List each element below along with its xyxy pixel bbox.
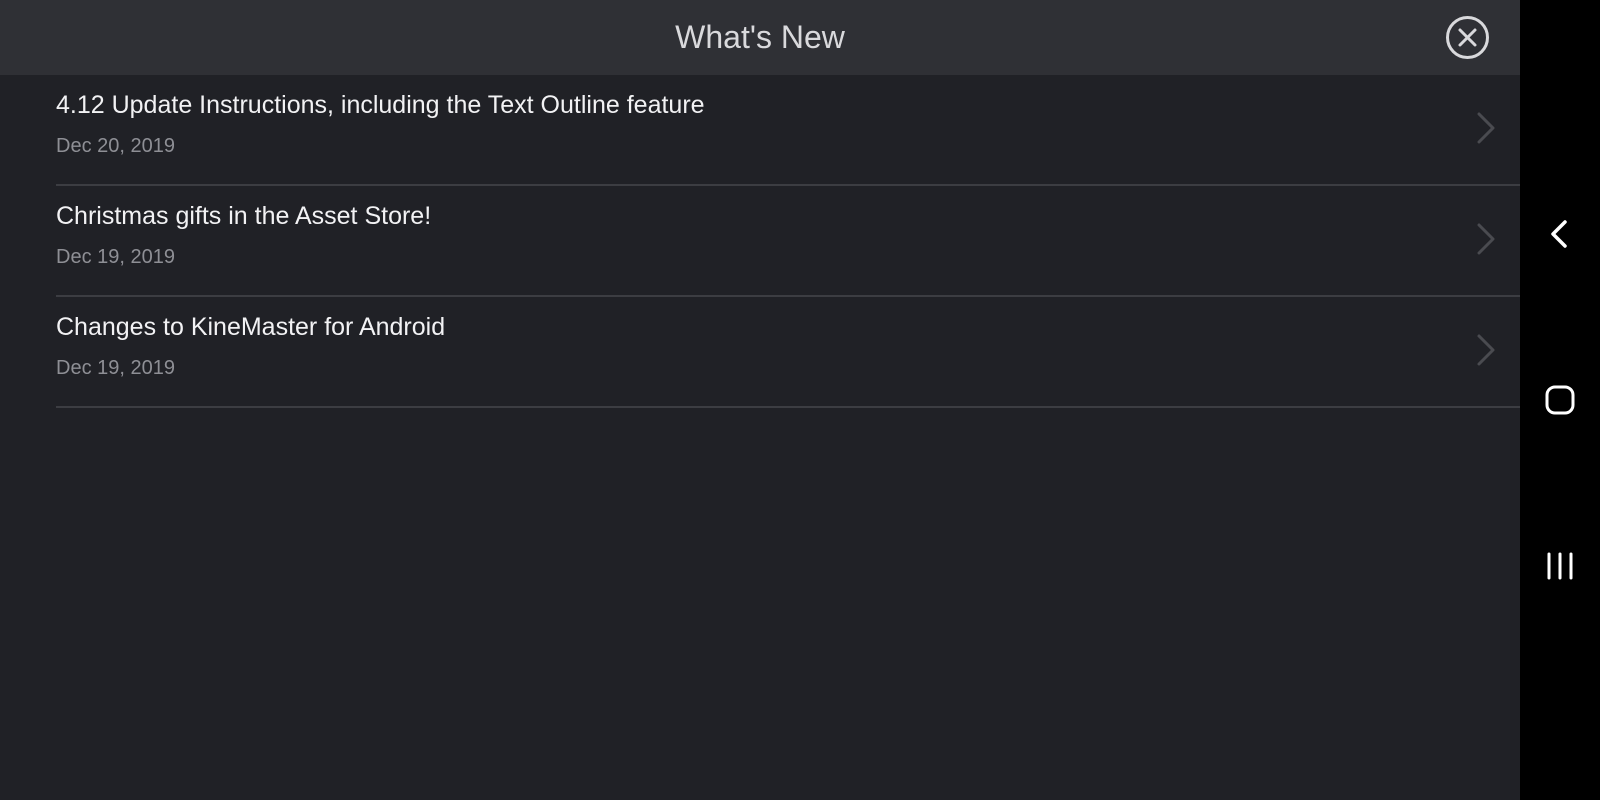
header-bar: What's New	[0, 0, 1520, 75]
chevron-right-icon	[1477, 112, 1495, 144]
page-title: What's New	[675, 19, 845, 55]
news-item[interactable]: Christmas gifts in the Asset Store! Dec …	[56, 186, 1520, 297]
news-date: Dec 19, 2019	[56, 357, 175, 379]
whats-new-screen: What's New 4.12 Update Instructions, inc…	[0, 0, 1520, 800]
home-button[interactable]	[1540, 380, 1580, 420]
recents-icon	[1547, 552, 1573, 580]
home-icon	[1545, 385, 1575, 415]
close-button[interactable]	[1445, 15, 1490, 60]
news-item[interactable]: 4.12 Update Instructions, including the …	[56, 75, 1520, 186]
news-list: 4.12 Update Instructions, including the …	[56, 75, 1520, 408]
chevron-right-icon	[1477, 223, 1495, 255]
news-title: Christmas gifts in the Asset Store!	[56, 202, 432, 230]
back-icon	[1551, 220, 1567, 248]
news-date: Dec 19, 2019	[56, 246, 175, 268]
news-item[interactable]: Changes to KineMaster for Android Dec 19…	[56, 297, 1520, 408]
news-title: Changes to KineMaster for Android	[56, 313, 446, 341]
system-navigation-bar	[1520, 0, 1600, 800]
chevron-right-icon	[1477, 334, 1495, 366]
news-title: 4.12 Update Instructions, including the …	[56, 91, 705, 119]
recents-button[interactable]	[1540, 546, 1580, 586]
back-button[interactable]	[1540, 214, 1580, 254]
close-icon	[1446, 16, 1489, 59]
news-date: Dec 20, 2019	[56, 135, 175, 157]
